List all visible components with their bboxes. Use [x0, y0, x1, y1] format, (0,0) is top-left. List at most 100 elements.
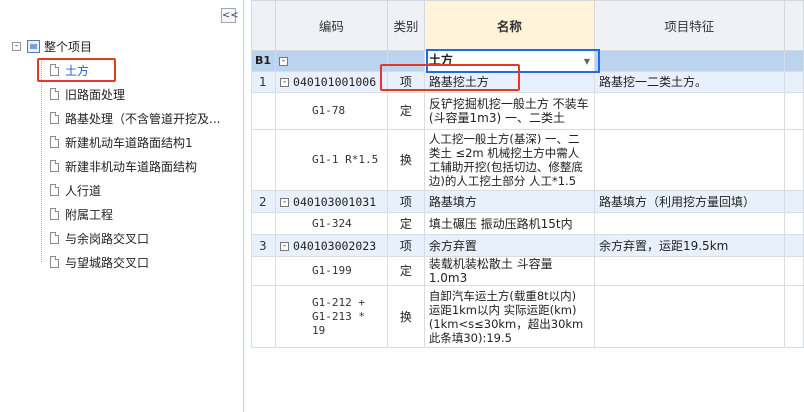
header-category[interactable]: 类别 [386, 0, 425, 51]
highlight-box [380, 64, 520, 91]
table-row[interactable]: G1-78 定 反铲挖掘机挖一般土方 不装车(斗容量1m3) 一、二类土 [251, 92, 804, 130]
category-cell[interactable]: 定 [386, 92, 425, 130]
extra-cell [783, 212, 804, 235]
feature-cell[interactable] [593, 212, 785, 235]
tree-item-ancillary[interactable]: 附属工程 [50, 205, 113, 223]
name-cell[interactable]: 装载机装松散土 斗容量1.0m3 [423, 256, 595, 286]
document-icon [50, 256, 59, 268]
header-name[interactable]: 名称 [423, 0, 595, 51]
feature-cell[interactable]: 路基填方（利用挖方量回填） [593, 190, 785, 213]
row-number [251, 212, 277, 235]
tree-item-label: 旧路面处理 [65, 87, 126, 102]
code-cell[interactable]: G1-78 [275, 92, 388, 130]
document-icon [50, 88, 59, 100]
category-cell[interactable]: 换 [386, 285, 425, 348]
tree-root[interactable]: - 整个项目 [12, 38, 92, 54]
project-tree-panel: << - 整个项目 土方 旧路面处理 路基处理（不含管道开挖及... 新建机动车… [0, 0, 244, 412]
feature-cell[interactable] [593, 129, 785, 191]
tree-item-label: 新建机动车道路面结构1 [65, 135, 193, 150]
category-cell[interactable]: 定 [386, 212, 425, 235]
section-feature-cell[interactable] [593, 50, 785, 72]
tree-item-subgrade[interactable]: 路基处理（不含管道开挖及... [50, 109, 220, 127]
tree-item-label: 与望城路交叉口 [65, 255, 150, 270]
collapse-icon[interactable]: - [280, 78, 290, 87]
header-code[interactable]: 编码 [275, 0, 388, 51]
row-number [251, 129, 277, 191]
tree-item-sidewalk[interactable]: 人行道 [50, 181, 101, 199]
feature-cell[interactable]: 余方弃置，运距19.5km [593, 234, 785, 257]
tree-item-label: 路基处理（不含管道开挖及... [65, 111, 221, 126]
extra-cell [783, 92, 804, 130]
table-row[interactable]: G1-1 R*1.5 换 人工挖一般土方(基深) 一、二类土 ≤2m 机械挖土方… [251, 129, 804, 191]
tree-item-intersection-1[interactable]: 与余岗路交叉口 [50, 229, 149, 247]
extra-cell [783, 234, 804, 257]
code-cell[interactable]: G1-324 [275, 212, 388, 235]
tree-item-motor-lane[interactable]: 新建机动车道路面结构1 [50, 133, 193, 151]
category-cell[interactable]: 项 [386, 234, 425, 257]
extra-cell [783, 190, 804, 213]
section-code-cell[interactable]: - [275, 50, 388, 72]
code-cell[interactable]: -040103001031 [275, 190, 388, 213]
extra-cell [783, 285, 804, 348]
name-cell[interactable]: 填土碾压 振动压路机15t内 [423, 212, 595, 235]
row-number [251, 285, 277, 348]
code-text: 040101001006 [293, 75, 377, 89]
tree-item-label: 新建非机动车道路面结构 [65, 159, 198, 174]
collapse-icon[interactable]: - [280, 241, 290, 251]
category-cell[interactable]: 定 [386, 256, 425, 286]
code-cell[interactable]: -040103002023 [275, 234, 388, 257]
tree-item-label: 附属工程 [65, 207, 114, 222]
extra-cell [783, 71, 804, 93]
name-cell[interactable]: 余方弃置 [423, 234, 595, 257]
feature-cell[interactable]: 路基挖一二类土方。 [593, 71, 785, 93]
row-number [251, 256, 277, 286]
tree-item-label: 人行道 [65, 183, 102, 198]
collapse-icon[interactable]: - [280, 197, 290, 207]
code-cell[interactable]: G1-199 [275, 256, 388, 286]
name-cell[interactable]: 反铲挖掘机挖一般土方 不装车(斗容量1m3) 一、二类土 [423, 92, 595, 130]
document-icon [50, 160, 59, 172]
extra-cell [783, 256, 804, 286]
tree-collapse-icon[interactable]: - [12, 41, 21, 51]
tree-item-intersection-2[interactable]: 与望城路交叉口 [50, 253, 149, 271]
header-row: 编码 类别 名称 项目特征 [251, 0, 804, 51]
code-cell[interactable]: G1-1 R*1.5 [275, 129, 388, 191]
document-icon [50, 232, 59, 244]
tree-item-label: 与余岗路交叉口 [65, 231, 150, 246]
tree-root-label: 整个项目 [44, 39, 93, 54]
code-cell[interactable]: G1-212 + G1-213 * 19 [275, 285, 388, 348]
section-extra-cell [783, 50, 804, 72]
row-number: 3 [251, 234, 277, 257]
category-cell[interactable]: 换 [386, 129, 425, 191]
code-cell[interactable]: -040101001006 [275, 71, 388, 93]
code-text: 040103001031 [293, 194, 377, 209]
category-cell[interactable]: 项 [386, 190, 425, 213]
name-cell[interactable]: 自卸汽车运土方(载重8t以内) 运距1km以内 实际运距(km)(1km<s≤3… [423, 285, 595, 348]
collapse-panel-button[interactable]: << [221, 8, 239, 23]
name-cell[interactable]: 人工挖一般土方(基深) 一、二类土 ≤2m 机械挖土方中需人工辅助开挖(包括切边… [423, 129, 595, 191]
tree-guide-line [41, 58, 42, 262]
name-cell[interactable]: 路基填方 [423, 190, 595, 213]
document-icon [50, 136, 59, 148]
row-number: 1 [251, 71, 277, 93]
feature-cell[interactable] [593, 256, 785, 286]
table-row[interactable]: G1-199 定 装载机装松散土 斗容量1.0m3 [251, 256, 804, 286]
code-text: 040103002023 [293, 238, 377, 253]
table-row[interactable]: 3 -040103002023 项 余方弃置 余方弃置，运距19.5km [251, 234, 804, 257]
document-icon [50, 184, 59, 196]
collapse-icon[interactable]: - [279, 57, 289, 66]
tree-item-nonmotor-lane[interactable]: 新建非机动车道路面结构 [50, 157, 197, 175]
header-feature[interactable]: 项目特征 [593, 0, 785, 51]
feature-cell[interactable] [593, 285, 785, 348]
project-icon [27, 39, 40, 53]
table-row[interactable]: G1-324 定 填土碾压 振动压路机15t内 [251, 212, 804, 235]
header-extra [783, 0, 804, 51]
feature-cell[interactable] [593, 92, 785, 130]
table-row[interactable]: G1-212 + G1-213 * 19 换 自卸汽车运土方(载重8t以内) 运… [251, 285, 804, 348]
tree-item-old-road[interactable]: 旧路面处理 [50, 85, 125, 103]
section-rownum: B1 [251, 50, 277, 72]
table-row[interactable]: 2 -040103001031 项 路基填方 路基填方（利用挖方量回填） [251, 190, 804, 213]
header-rownum [251, 0, 277, 51]
document-icon [50, 112, 59, 124]
table-row[interactable]: 1 -040101001006 项 路基挖土方 路基挖一二类土方。 [251, 71, 804, 93]
